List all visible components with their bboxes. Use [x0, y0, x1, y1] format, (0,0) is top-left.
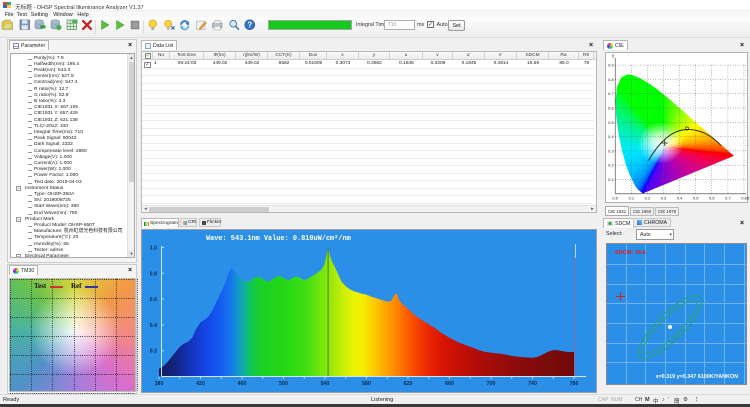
svg-text:0.1: 0.1 — [629, 196, 635, 201]
svg-text:0.9: 0.9 — [608, 63, 614, 68]
svg-text:0.1: 0.1 — [608, 177, 614, 182]
svg-text:0.3: 0.3 — [661, 196, 667, 201]
svg-text:y: y — [612, 53, 615, 58]
svg-text:0.8: 0.8 — [608, 77, 614, 82]
svg-text:0.6: 0.6 — [608, 106, 614, 111]
svg-text:0.4: 0.4 — [608, 134, 614, 139]
svg-text:0.4: 0.4 — [677, 196, 683, 201]
svg-text:0.7: 0.7 — [608, 91, 614, 96]
svg-text:0.6: 0.6 — [709, 196, 715, 201]
svg-text:0.5: 0.5 — [693, 196, 699, 201]
svg-text:0.2: 0.2 — [645, 196, 651, 201]
svg-text:0.7: 0.7 — [725, 196, 731, 201]
svg-text:0.5: 0.5 — [608, 120, 614, 125]
svg-text:0.2: 0.2 — [608, 163, 614, 168]
svg-text:0.0: 0.0 — [612, 196, 618, 201]
svg-text:0.3: 0.3 — [608, 148, 614, 153]
